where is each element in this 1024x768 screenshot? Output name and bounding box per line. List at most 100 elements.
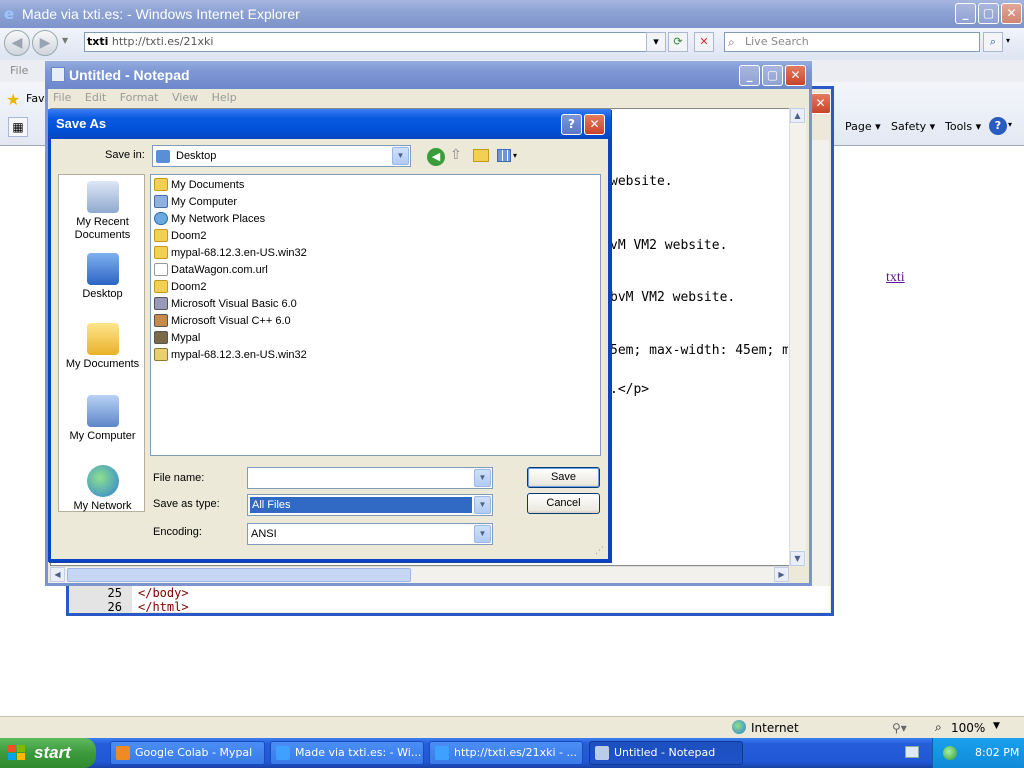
encoding-dropdown[interactable]: ANSI ▼ [247, 523, 493, 545]
up-folder-icon[interactable]: ⇧ [450, 147, 462, 163]
keyboard-icon[interactable] [905, 746, 919, 758]
chevron-down-icon[interactable]: ▼ [474, 469, 491, 487]
ie-minimize-button[interactable]: _ [955, 3, 976, 24]
address-bar[interactable]: txti http://txti.es/21xki [84, 32, 664, 52]
background-window-close-button[interactable]: ✕ [810, 93, 831, 114]
list-item[interactable]: Doom2 [154, 279, 206, 295]
cancel-button[interactable]: Cancel [527, 493, 600, 514]
list-item[interactable]: Mypal [154, 330, 200, 346]
zoom-dropdown-icon[interactable]: ▼ [993, 721, 1000, 731]
file-list[interactable]: My Documents My Computer My Network Plac… [150, 174, 601, 456]
resize-grip-icon[interactable]: ⋰ [595, 546, 604, 556]
tools-menu-button[interactable]: Tools ▾ [945, 120, 981, 133]
help-dropdown-icon[interactable]: ▾ [1008, 120, 1012, 129]
ie-title-bar[interactable]: Made via txti.es: - Windows Internet Exp… [0, 0, 1024, 28]
scroll-right-icon[interactable]: ▶ [774, 567, 789, 582]
shortcut-icon [154, 331, 168, 344]
back-arrow-icon[interactable]: ◀ [4, 30, 30, 56]
scroll-up-icon[interactable]: ▲ [790, 108, 805, 123]
help-icon[interactable]: ? [989, 117, 1007, 135]
save-as-type-dropdown[interactable]: All Files ▼ [247, 494, 493, 516]
list-item[interactable]: My Computer [154, 194, 237, 210]
chevron-down-icon[interactable]: ▼ [474, 496, 491, 514]
list-item[interactable]: Doom2 [154, 228, 206, 244]
place-label: My Network [73, 500, 132, 512]
place-my-recent-documents[interactable]: My Recent Documents [59, 181, 146, 242]
list-item[interactable]: DataWagon.com.url [154, 262, 268, 278]
notepad-menu-file[interactable]: File [53, 91, 71, 104]
list-item[interactable]: mypal-68.12.3.en-US.win32 [154, 347, 307, 363]
network-tray-icon[interactable] [943, 746, 957, 760]
save-in-dropdown[interactable]: Desktop ▼ [152, 145, 411, 167]
notepad-maximize-button[interactable]: ▢ [762, 65, 783, 86]
zoom-level[interactable]: 100% [951, 721, 985, 735]
scroll-left-icon[interactable]: ◀ [50, 567, 65, 582]
task-google-colab[interactable]: Google Colab - Mypal [110, 741, 265, 765]
file-name: My Computer [171, 196, 238, 208]
ie-menu-file[interactable]: File [10, 64, 28, 77]
scroll-down-icon[interactable]: ▼ [790, 551, 805, 566]
task-ie-txti[interactable]: Made via txti.es: - Wi... [270, 741, 424, 765]
address-dropdown-button[interactable]: ▾ [646, 32, 666, 52]
file-name: My Documents [171, 179, 245, 191]
file-name-input[interactable]: ▼ [247, 467, 493, 489]
quick-tabs-icon[interactable]: ▦ [8, 117, 28, 137]
favorites-label[interactable]: Fav [26, 92, 45, 105]
place-my-network[interactable]: My Network [59, 465, 146, 513]
protected-mode-icon[interactable]: ⚲▾ [892, 721, 907, 735]
search-input[interactable]: Live Search [724, 32, 980, 52]
refresh-icon[interactable]: ⟳ [668, 32, 688, 52]
notepad-minimize-button[interactable]: _ [739, 65, 760, 86]
page-link-txti[interactable]: txti [886, 270, 905, 286]
task-ie-url[interactable]: http://txti.es/21xki - ... [429, 741, 583, 765]
new-folder-icon[interactable] [473, 149, 489, 162]
list-item[interactable]: My Documents [154, 177, 244, 193]
dialog-close-button[interactable]: ✕ [584, 114, 605, 135]
scroll-thumb[interactable] [67, 568, 411, 582]
back-folder-icon[interactable]: ◀ [427, 148, 445, 166]
search-options-icon[interactable]: ▾ [1006, 36, 1010, 45]
view-menu-icon[interactable] [497, 149, 511, 162]
windows-flag-icon [8, 745, 26, 761]
background-window-scrollbar[interactable] [812, 140, 829, 612]
clock[interactable]: 8:02 PM [975, 746, 1019, 759]
help-button[interactable]: ? [561, 114, 582, 135]
file-name: Doom2 [171, 230, 207, 242]
notepad-menu-view[interactable]: View [172, 91, 198, 104]
notepad-title-bar[interactable]: Untitled - Notepad [45, 61, 812, 89]
notepad-horizontal-scrollbar[interactable]: ◀ ▶ [50, 566, 789, 583]
safety-menu-button[interactable]: Safety ▾ [891, 120, 935, 133]
task-notepad[interactable]: Untitled - Notepad [589, 741, 743, 765]
notepad-menu-edit[interactable]: Edit [85, 91, 106, 104]
save-as-title-bar[interactable]: Save As [48, 109, 611, 139]
list-item[interactable]: My Network Places [154, 211, 265, 227]
ie-maximize-button[interactable]: ▢ [978, 3, 999, 24]
view-dropdown-icon[interactable]: ▾ [513, 151, 517, 160]
favorites-star-icon[interactable]: ★ [6, 90, 20, 109]
place-desktop[interactable]: Desktop [59, 253, 146, 301]
my-network-icon [86, 465, 119, 497]
notepad-vertical-scrollbar[interactable]: ▲ ▼ [789, 108, 806, 566]
forward-arrow-icon[interactable]: ▶ [32, 30, 58, 56]
search-go-button[interactable]: ⌕ [983, 32, 1003, 52]
notepad-text-line: vM VM2 website. [610, 238, 728, 253]
stop-icon[interactable]: ✕ [694, 32, 714, 52]
chevron-down-icon[interactable]: ▼ [474, 525, 491, 543]
history-dropdown-icon[interactable]: ▼ [62, 36, 68, 45]
chevron-down-icon[interactable]: ▼ [392, 147, 409, 165]
url-icon [154, 263, 168, 276]
notepad-menu-format[interactable]: Format [120, 91, 159, 104]
shortcut-icon [154, 297, 168, 310]
zoom-icon[interactable]: ⌕ [935, 720, 942, 735]
place-my-documents[interactable]: My Documents [59, 323, 146, 371]
list-item[interactable]: Microsoft Visual C++ 6.0 [154, 313, 291, 329]
page-menu-button[interactable]: Page ▾ [845, 120, 881, 133]
notepad-menu-help[interactable]: Help [212, 91, 237, 104]
notepad-close-button[interactable]: ✕ [785, 65, 806, 86]
place-my-computer[interactable]: My Computer [59, 395, 146, 443]
list-item[interactable]: mypal-68.12.3.en-US.win32 [154, 245, 307, 261]
ie-close-button[interactable]: ✕ [1001, 3, 1022, 24]
file-name: mypal-68.12.3.en-US.win32 [171, 349, 307, 361]
list-item[interactable]: Microsoft Visual Basic 6.0 [154, 296, 297, 312]
save-button[interactable]: Save [527, 467, 600, 488]
